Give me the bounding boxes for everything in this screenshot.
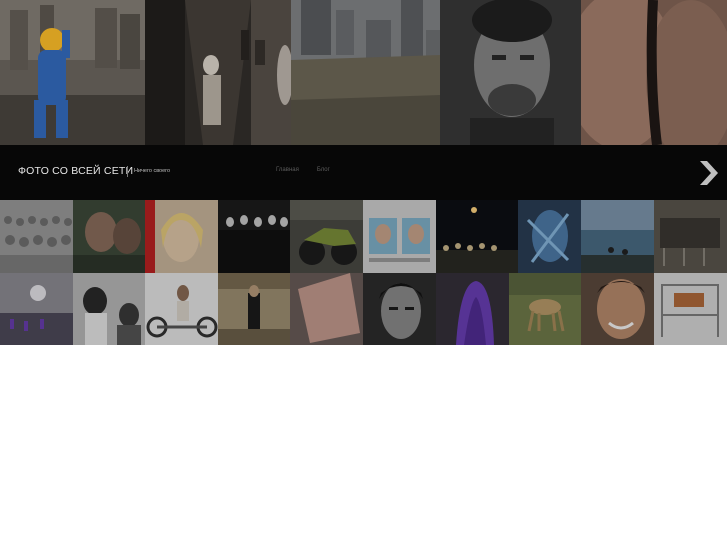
- thumbnail[interactable]: [436, 200, 518, 273]
- thumbnail[interactable]: [218, 273, 290, 345]
- site-header: ФОТО СО ВСЕЙ СЕТИ Ничего своего Главная …: [0, 145, 727, 200]
- thumbnail[interactable]: [0, 200, 73, 273]
- thumbnail[interactable]: [654, 273, 727, 345]
- hero-photo-portrait-man[interactable]: [440, 0, 581, 145]
- thumbnail[interactable]: [509, 273, 581, 345]
- hero-photo-corridor[interactable]: [145, 0, 291, 145]
- thumbnail[interactable]: [581, 200, 654, 273]
- thumbnail[interactable]: [145, 200, 218, 273]
- hero-photo-abstract-closeup[interactable]: [581, 0, 727, 145]
- thumbnail[interactable]: [0, 273, 73, 345]
- thumbnail[interactable]: [218, 200, 290, 273]
- site-title[interactable]: ФОТО СО ВСЕЙ СЕТИ: [18, 165, 133, 177]
- thumbnail[interactable]: [581, 273, 654, 345]
- thumbnail[interactable]: [73, 273, 145, 345]
- nav-link-home[interactable]: Главная: [276, 167, 299, 173]
- thumbnail[interactable]: [290, 273, 363, 345]
- thumbnail[interactable]: [73, 200, 145, 273]
- thumbnail[interactable]: [654, 200, 727, 273]
- hero-photo-strip: [0, 0, 727, 145]
- chevron-right-icon: [700, 161, 718, 185]
- site-tagline: Ничего своего: [134, 168, 171, 174]
- thumbnail[interactable]: [363, 273, 436, 345]
- hero-photo-mascot-rooftop[interactable]: [0, 0, 145, 145]
- thumbnail[interactable]: [363, 200, 436, 273]
- main-nav: Главная Блог: [276, 167, 330, 173]
- thumbnail-grid: [0, 200, 727, 345]
- thumbnail[interactable]: [436, 273, 509, 345]
- title-divider: [127, 166, 128, 177]
- nav-link-blog[interactable]: Блог: [317, 167, 330, 173]
- thumbnail[interactable]: [145, 273, 218, 345]
- thumbnail[interactable]: [518, 200, 581, 273]
- next-slide-button[interactable]: [694, 159, 722, 187]
- thumbnail[interactable]: [290, 200, 363, 273]
- hero-photo-city-wasteland[interactable]: [291, 0, 440, 145]
